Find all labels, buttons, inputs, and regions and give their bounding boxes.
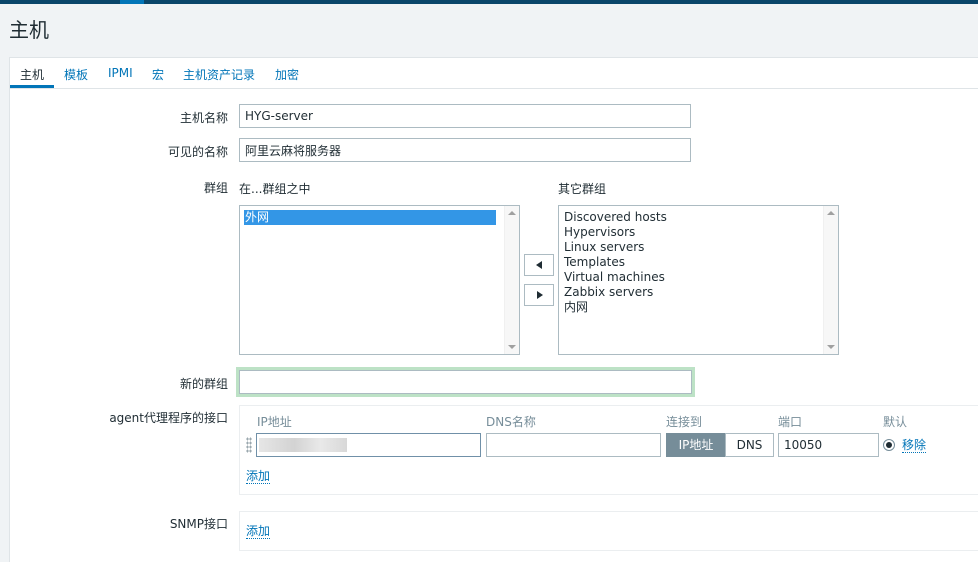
tab-templates[interactable]: 模板	[64, 66, 88, 83]
new-group-label: 新的群组	[179, 377, 228, 391]
arrow-right-icon	[537, 291, 543, 299]
remove-interface-link[interactable]: 移除	[902, 438, 927, 453]
tab-bar: 主机 模板 IPMI 宏 主机资产记录 加密	[10, 58, 978, 89]
dns-name-input[interactable]	[486, 433, 661, 457]
col-port-header: 端口	[778, 415, 803, 429]
scroll-down-icon[interactable]	[827, 345, 835, 349]
move-right-button[interactable]	[524, 284, 554, 306]
add-agent-interface-link[interactable]: 添加	[246, 469, 271, 484]
col-default-header: 默认	[883, 415, 908, 429]
port-input[interactable]	[778, 433, 879, 457]
top-nav-bar	[0, 0, 978, 4]
radio-selected-icon[interactable]	[883, 439, 895, 451]
tab-inventory[interactable]: 主机资产记录	[183, 66, 255, 83]
connect-ip-button[interactable]: IP地址	[666, 433, 726, 457]
host-form-panel: 主机 模板 IPMI 宏 主机资产记录 加密 主机名称 可见的名称 群组 在..…	[9, 57, 978, 562]
col-ip-header: IP地址	[257, 415, 292, 429]
add-snmp-interface-link[interactable]: 添加	[246, 524, 271, 539]
drag-handle-icon[interactable]	[246, 437, 252, 453]
col-connect-header: 连接到	[666, 415, 703, 429]
other-group-item[interactable]: Templates	[564, 255, 625, 270]
move-left-button[interactable]	[524, 254, 554, 276]
other-group-item[interactable]: Discovered hosts	[564, 210, 667, 225]
tab-macros[interactable]: 宏	[152, 66, 164, 83]
new-group-input[interactable]	[239, 370, 692, 394]
in-groups-listbox[interactable]: 外网	[239, 205, 520, 355]
other-groups-scrollbar[interactable]	[823, 206, 838, 354]
snmp-interfaces-label: SNMP接口	[169, 517, 228, 531]
groups-label: 群组	[203, 181, 228, 195]
other-group-item[interactable]: Linux servers	[564, 240, 644, 255]
tab-ipmi[interactable]: IPMI	[108, 66, 133, 80]
snmp-interfaces-box: 添加	[239, 511, 978, 551]
scroll-up-icon[interactable]	[827, 211, 835, 215]
other-group-item[interactable]: 内网	[564, 300, 588, 315]
host-name-label: 主机名称	[179, 111, 228, 125]
page-title: 主机	[9, 18, 49, 42]
in-group-item[interactable]: 外网	[244, 210, 496, 225]
in-groups-label: 在...群组之中	[239, 182, 311, 196]
other-groups-label: 其它群组	[558, 182, 607, 196]
other-group-item[interactable]: Hypervisors	[564, 225, 635, 240]
agent-interfaces-label: agent代理程序的接口	[109, 411, 228, 425]
tab-encryption[interactable]: 加密	[275, 66, 299, 83]
agent-interfaces-box: IP地址 DNS名称 连接到 端口 默认 IP地址 DNS 移除 添加	[239, 405, 978, 495]
connect-dns-button[interactable]: DNS	[725, 433, 774, 457]
col-dns-header: DNS名称	[486, 415, 536, 429]
redacted-ip-value	[259, 438, 347, 452]
other-group-item[interactable]: Zabbix servers	[564, 285, 653, 300]
other-group-item[interactable]: Virtual machines	[564, 270, 665, 285]
tab-active-underline	[10, 85, 54, 88]
other-groups-listbox[interactable]: Discovered hosts Hypervisors Linux serve…	[558, 205, 839, 355]
visible-name-label: 可见的名称	[167, 145, 228, 159]
arrow-left-icon	[536, 261, 542, 269]
ip-address-input[interactable]	[256, 433, 481, 457]
in-groups-scrollbar[interactable]	[504, 206, 519, 354]
visible-name-input[interactable]	[239, 138, 691, 162]
top-nav-active-indicator	[120, 0, 144, 4]
scroll-down-icon[interactable]	[508, 345, 516, 349]
host-name-input[interactable]	[239, 104, 691, 128]
scroll-up-icon[interactable]	[508, 211, 516, 215]
tab-host[interactable]: 主机	[20, 66, 44, 83]
